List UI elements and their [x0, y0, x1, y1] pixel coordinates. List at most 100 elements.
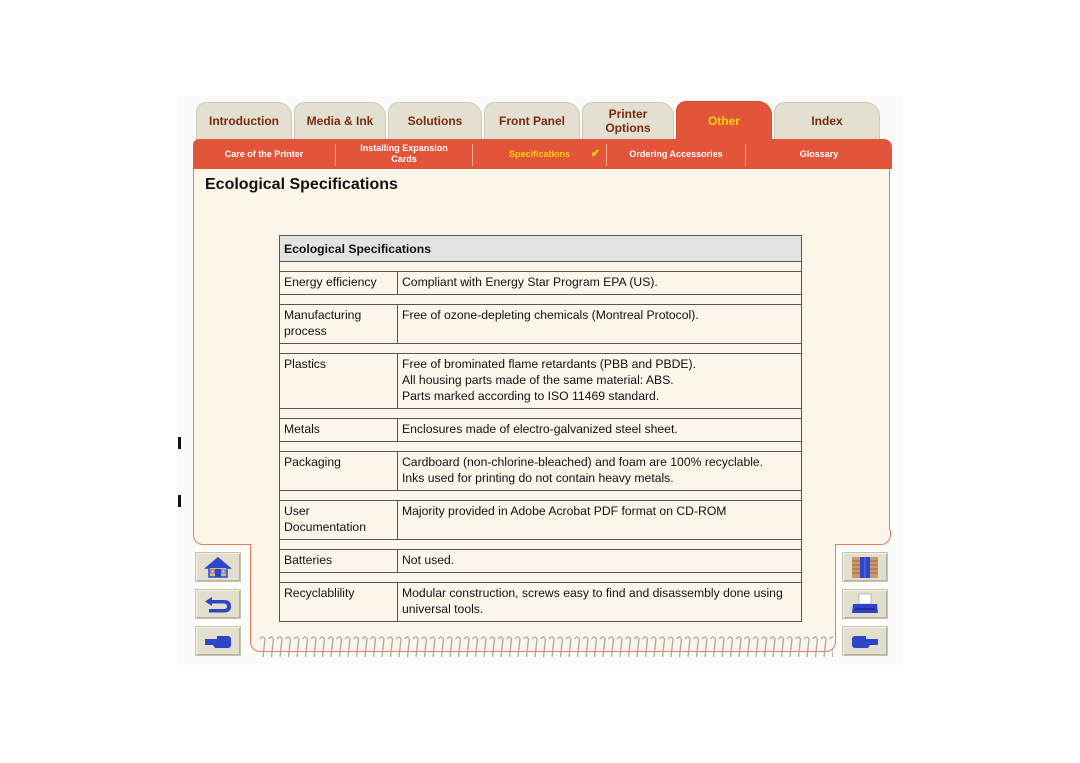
spec-value: Compliant with Energy Star Program EPA (…: [397, 271, 802, 295]
spec-value: Cardboard (non-chlorine-bleached) and fo…: [397, 451, 802, 491]
previous-page-button[interactable]: [195, 626, 241, 656]
row-spacer: [279, 343, 802, 354]
table-row: Plastics Free of brominated flame retarda…: [279, 353, 802, 409]
subnav-label: Glossary: [799, 148, 839, 159]
spiral-ring: [514, 636, 521, 658]
exit-door-icon: [852, 557, 878, 578]
row-spacer: [279, 294, 802, 305]
spiral-ring: [743, 636, 751, 658]
tab-media-ink[interactable]: Media & Ink: [294, 102, 386, 142]
row-spacer: [279, 441, 802, 452]
spacer: [279, 539, 802, 550]
back-button[interactable]: [195, 589, 241, 619]
spec-value: Free of ozone-depleting chemicals (Montr…: [397, 304, 802, 344]
spec-value: Majority provided in Adobe Acrobat PDF f…: [397, 500, 802, 540]
spiral-ring: [573, 636, 581, 658]
spacer: [279, 572, 802, 583]
spiral-ring: [352, 636, 360, 658]
subnav-glossary[interactable]: Glossary: [746, 139, 892, 169]
tab-printer-options[interactable]: Printer Options: [582, 102, 674, 142]
spiral-ring: [794, 636, 802, 658]
row-spacer: [279, 408, 802, 419]
spiral-ring: [403, 636, 411, 658]
tab-other[interactable]: Other: [676, 101, 772, 143]
subnav-specifications[interactable]: Specifications ✔: [473, 139, 606, 169]
subnav-care-of-the-printer[interactable]: Care of the Printer: [193, 139, 335, 169]
row-spacer: [279, 539, 802, 550]
spiral-ring: [556, 636, 564, 658]
spiral-binding: [259, 636, 833, 658]
subnav-ordering-accessories[interactable]: Ordering Accessories: [607, 139, 745, 169]
spec-value-line: All housing parts made of the same mater…: [402, 373, 674, 387]
spacer: [279, 294, 802, 305]
next-page-hand-icon: [852, 636, 878, 648]
spec-key: Plastics: [279, 353, 398, 409]
spiral-ring: [599, 636, 606, 658]
home-button[interactable]: [195, 552, 241, 582]
spiral-ring: [412, 636, 419, 658]
tab-label: Media & Ink: [306, 113, 374, 128]
exit-button[interactable]: [842, 552, 888, 582]
spiral-ring: [658, 636, 666, 658]
spec-value-line: Inks used for printing do not contain he…: [402, 471, 674, 485]
spiral-ring: [726, 636, 734, 658]
change-bar: [178, 495, 181, 507]
spec-value: Not used.: [397, 549, 802, 573]
spacer: [279, 441, 802, 452]
spacer: [279, 408, 802, 419]
home-icon: [204, 557, 232, 578]
spiral-ring: [777, 636, 785, 658]
spiral-ring: [828, 636, 833, 658]
spec-value-line: Compliant with Energy Star Program EPA (…: [402, 275, 658, 289]
tab-label: Printer Options: [605, 106, 651, 135]
spiral-ring: [582, 636, 589, 658]
table-row: Batteries Not used.: [279, 549, 802, 573]
spiral-ring: [488, 636, 496, 658]
spiral-ring: [667, 636, 674, 658]
spiral-ring: [590, 636, 598, 658]
spec-key: User Documentation: [279, 500, 398, 540]
spec-value-line: Not used.: [402, 553, 455, 567]
spec-value: Modular construction, screws easy to fin…: [397, 582, 802, 622]
row-spacer: [279, 261, 802, 272]
back-arrow-icon: [205, 597, 231, 613]
spiral-ring: [429, 636, 436, 658]
tab-index[interactable]: Index: [774, 102, 880, 142]
spacer: [279, 490, 802, 501]
tab-introduction[interactable]: Introduction: [196, 102, 292, 142]
spiral-ring: [803, 636, 810, 658]
spiral-ring: [539, 636, 547, 658]
spiral-ring: [471, 636, 479, 658]
tab-solutions[interactable]: Solutions: [388, 102, 482, 142]
tab-label: Front Panel: [498, 113, 565, 128]
spec-value: Enclosures made of electro-galvanized st…: [397, 418, 802, 442]
table-row: Packaging Cardboard (non-chlorine-bleache…: [279, 451, 802, 491]
spiral-ring: [701, 636, 708, 658]
spiral-ring: [718, 636, 725, 658]
table-row: Manufacturing process Free of ozone-deple…: [279, 304, 802, 344]
subnav-installing-expansion-cards[interactable]: Installing Expansion Cards: [336, 139, 472, 169]
spiral-ring: [684, 636, 691, 658]
printer-icon: [852, 593, 878, 613]
spacer: [279, 261, 802, 272]
spec-key: Batteries: [279, 549, 398, 573]
row-spacer: [279, 490, 802, 501]
spec-value-line: Parts marked according to ISO 11469 stan…: [402, 389, 660, 403]
table-row: Energy efficiency Compliant with Energy S…: [279, 271, 802, 295]
subnav-label: Specifications: [508, 148, 571, 159]
table-header: Ecological Specifications: [279, 235, 802, 262]
spiral-ring: [607, 636, 615, 658]
spiral-ring: [420, 636, 428, 658]
tab-front-panel[interactable]: Front Panel: [484, 102, 580, 142]
spiral-ring: [497, 636, 504, 658]
print-button[interactable]: [842, 589, 888, 619]
subnav-label: Ordering Accessories: [629, 148, 723, 159]
spec-value-line: Modular construction, screws easy to fin…: [402, 586, 783, 616]
ecological-specifications-table: Ecological Specifications Energy efficie…: [279, 235, 802, 622]
next-page-button[interactable]: [842, 626, 888, 656]
spec-value-line: Free of brominated flame retardants (PBB…: [402, 357, 696, 371]
spiral-ring: [454, 636, 462, 658]
spiral-ring: [760, 636, 768, 658]
spiral-ring: [548, 636, 555, 658]
subnav-label: Care of the Printer: [224, 148, 304, 159]
